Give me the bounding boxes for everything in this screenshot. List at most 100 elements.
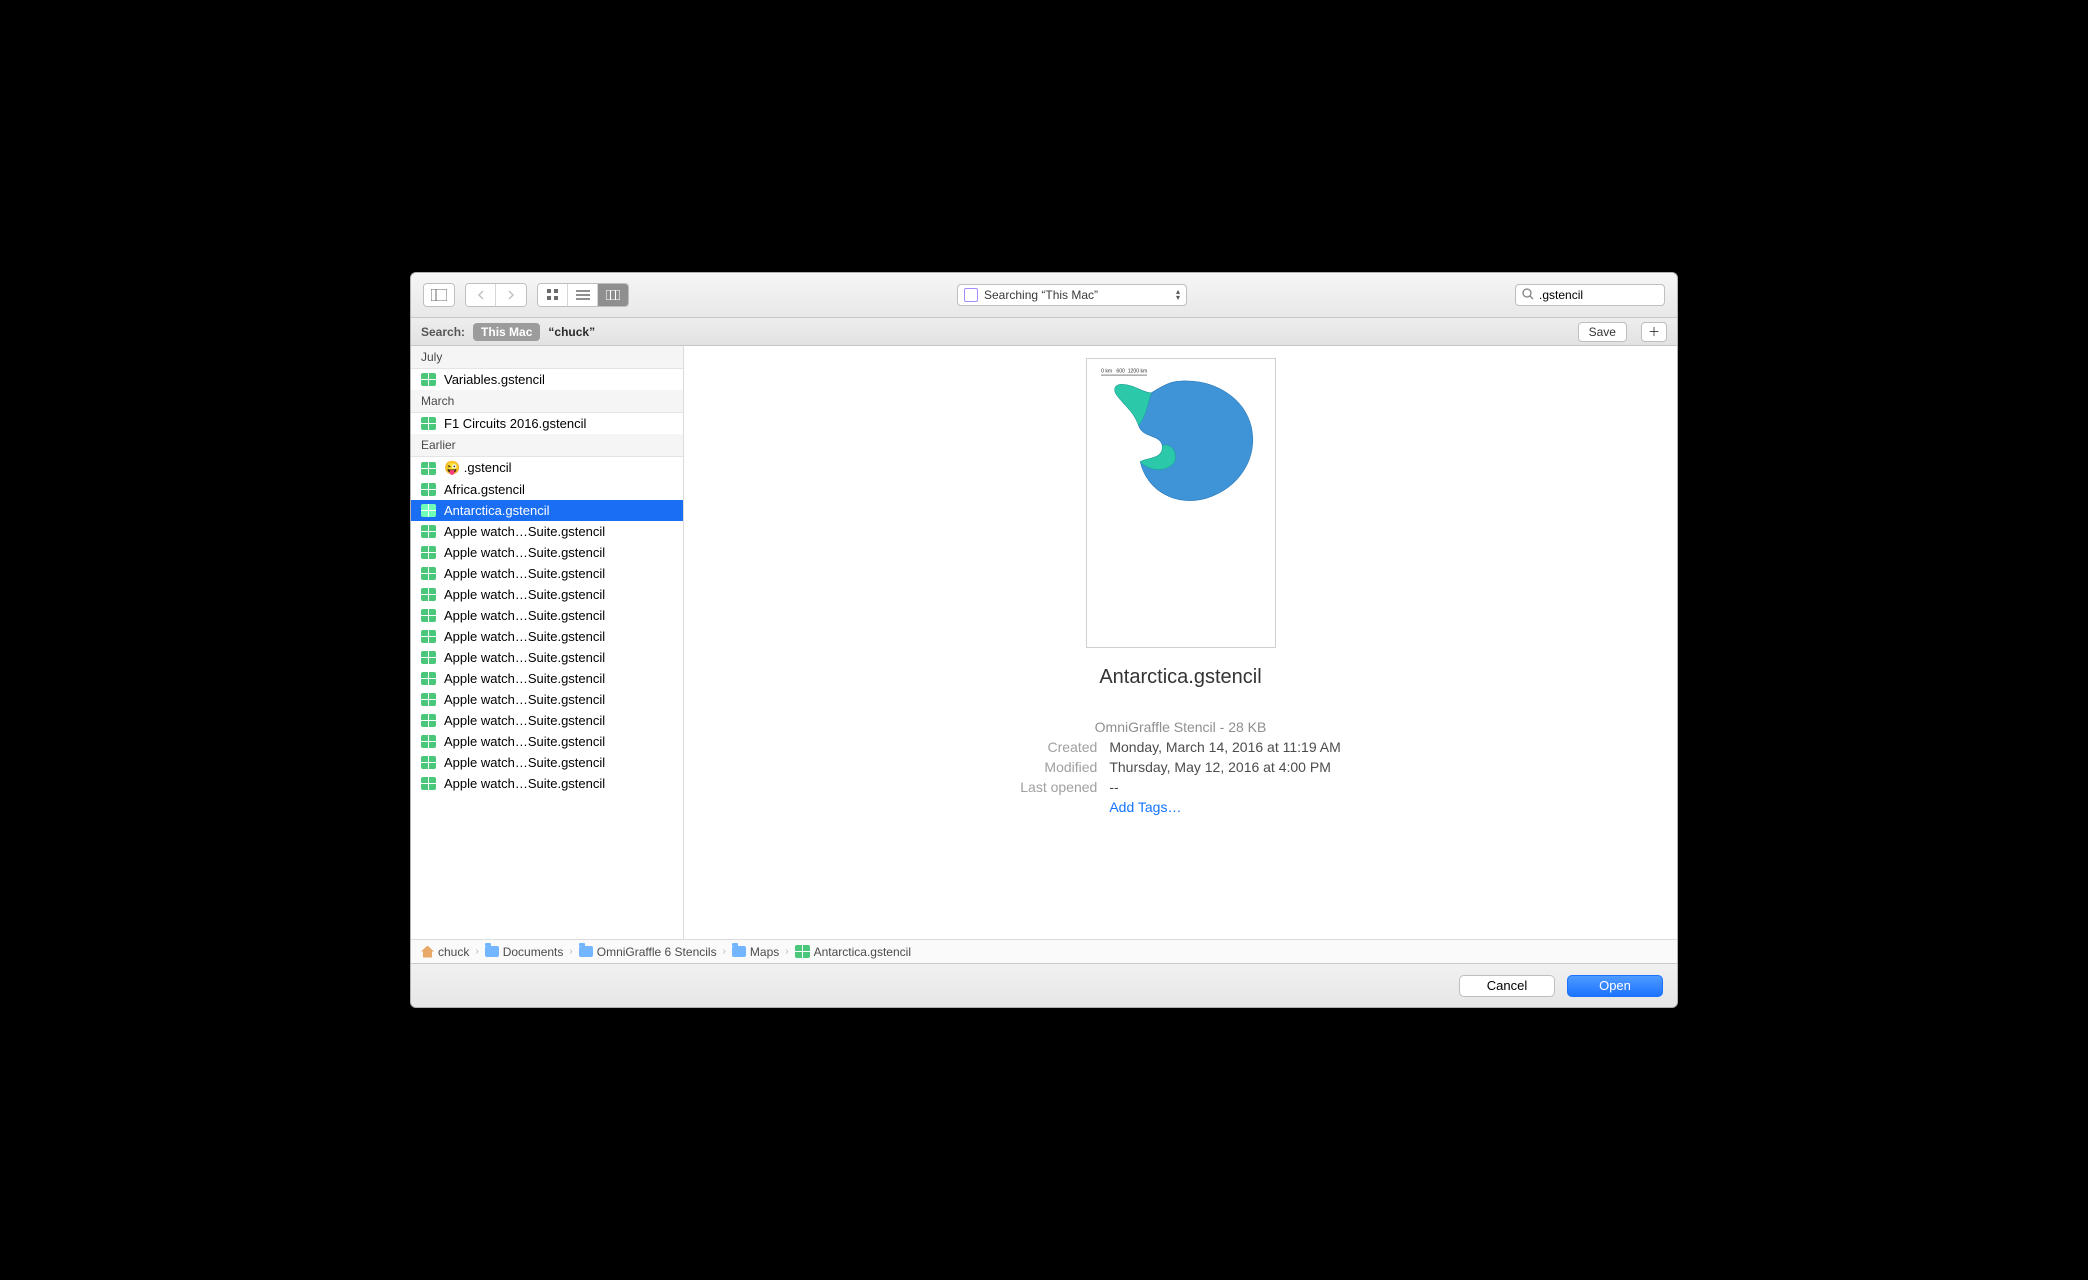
created-label: Created — [1020, 739, 1097, 755]
stencil-icon — [421, 756, 436, 769]
file-row[interactable]: 😜 .gstencil — [411, 457, 683, 479]
file-name: Apple watch…Suite.gstencil — [444, 608, 605, 623]
stencil-icon — [421, 588, 436, 601]
folder-icon — [485, 946, 499, 957]
file-name: Apple watch…Suite.gstencil — [444, 692, 605, 707]
file-row[interactable]: Apple watch…Suite.gstencil — [411, 542, 683, 563]
stencil-icon — [421, 417, 436, 430]
file-row[interactable]: Apple watch…Suite.gstencil — [411, 689, 683, 710]
file-row[interactable]: Apple watch…Suite.gstencil — [411, 626, 683, 647]
sidebar-icon — [424, 284, 454, 306]
location-label: Searching “This Mac” — [984, 288, 1098, 302]
path-item[interactable]: OmniGraffle 6 Stencils — [579, 945, 717, 959]
stencil-icon — [421, 546, 436, 559]
path-item[interactable]: Maps — [732, 945, 779, 959]
modified-label: Modified — [1020, 759, 1097, 775]
stencil-icon — [421, 504, 436, 517]
path-item[interactable]: Documents — [485, 945, 564, 959]
path-bar: chuck›Documents›OmniGraffle 6 Stencils›M… — [411, 939, 1677, 963]
path-label: Antarctica.gstencil — [814, 945, 911, 959]
add-tags-link[interactable]: Add Tags… — [1109, 799, 1340, 815]
file-row[interactable]: Apple watch…Suite.gstencil — [411, 731, 683, 752]
scope-label: Search: — [421, 325, 465, 339]
file-row[interactable]: Apple watch…Suite.gstencil — [411, 584, 683, 605]
dialog-footer: Cancel Open — [411, 963, 1677, 1007]
file-name: Apple watch…Suite.gstencil — [444, 734, 605, 749]
stencil-icon — [421, 630, 436, 643]
file-name: Apple watch…Suite.gstencil — [444, 545, 605, 560]
path-label: chuck — [438, 945, 469, 959]
path-item[interactable]: chuck — [421, 945, 469, 959]
add-criteria-button[interactable]: ＋ — [1641, 322, 1667, 342]
file-name: Africa.gstencil — [444, 482, 525, 497]
scope-this-mac[interactable]: This Mac — [473, 323, 540, 341]
stencil-icon — [795, 945, 810, 958]
file-row[interactable]: Apple watch…Suite.gstencil — [411, 521, 683, 542]
stencil-icon — [421, 567, 436, 580]
file-name: Apple watch…Suite.gstencil — [444, 776, 605, 791]
view-icon-list[interactable] — [568, 284, 598, 306]
cancel-button[interactable]: Cancel — [1459, 975, 1555, 997]
search-field[interactable]: ✕ — [1515, 284, 1665, 306]
path-item[interactable]: Antarctica.gstencil — [795, 945, 911, 959]
save-search-button[interactable]: Save — [1578, 322, 1627, 342]
file-name: Antarctica.gstencil — [444, 503, 550, 518]
stencil-icon — [421, 672, 436, 685]
chevron-updown-icon: ▴▾ — [1176, 289, 1180, 301]
file-row[interactable]: Apple watch…Suite.gstencil — [411, 752, 683, 773]
nav-back[interactable] — [466, 284, 496, 306]
path-separator: › — [475, 946, 478, 957]
scope-bar: Search: This Mac “chuck” Save ＋ — [411, 318, 1677, 346]
search-icon — [1522, 288, 1534, 303]
file-row[interactable]: Antarctica.gstencil — [411, 500, 683, 521]
group-header: Earlier — [411, 434, 683, 457]
file-name: Apple watch…Suite.gstencil — [444, 524, 605, 539]
file-name: F1 Circuits 2016.gstencil — [444, 416, 586, 431]
view-icon-grid[interactable] — [538, 284, 568, 306]
file-row[interactable]: Apple watch…Suite.gstencil — [411, 605, 683, 626]
folder-icon — [732, 946, 746, 957]
path-label: Documents — [503, 945, 564, 959]
stencil-icon — [421, 777, 436, 790]
file-list[interactable]: JulyVariables.gstencilMarchF1 Circuits 2… — [411, 346, 684, 939]
file-name: 😜 .gstencil — [444, 460, 512, 476]
nav-forward[interactable] — [496, 284, 526, 306]
view-mode-group — [537, 283, 629, 307]
file-name: Apple watch…Suite.gstencil — [444, 713, 605, 728]
file-row[interactable]: Apple watch…Suite.gstencil — [411, 647, 683, 668]
file-name: Variables.gstencil — [444, 372, 545, 387]
search-input[interactable] — [1539, 288, 1678, 302]
file-row[interactable]: Apple watch…Suite.gstencil — [411, 668, 683, 689]
path-separator: › — [723, 946, 726, 957]
preview-pane: 0 km 600 1200 km Antarctica.gstencil Omn… — [684, 346, 1677, 939]
file-row[interactable]: Apple watch…Suite.gstencil — [411, 563, 683, 584]
file-row[interactable]: Apple watch…Suite.gstencil — [411, 710, 683, 731]
file-name: Apple watch…Suite.gstencil — [444, 566, 605, 581]
file-name: Apple watch…Suite.gstencil — [444, 587, 605, 602]
stencil-icon — [421, 693, 436, 706]
location-popup[interactable]: Searching “This Mac” ▴▾ — [957, 284, 1187, 306]
file-row[interactable]: Variables.gstencil — [411, 369, 683, 390]
stencil-icon — [421, 735, 436, 748]
preview-title: Antarctica.gstencil — [1099, 666, 1261, 689]
modified-value: Thursday, May 12, 2016 at 4:00 PM — [1109, 759, 1340, 775]
file-name: Apple watch…Suite.gstencil — [444, 629, 605, 644]
sidebar-toggle[interactable] — [423, 283, 455, 307]
stencil-icon — [421, 609, 436, 622]
scale-label: 0 km 600 1200 km — [1101, 369, 1147, 375]
file-row[interactable]: F1 Circuits 2016.gstencil — [411, 413, 683, 434]
stencil-icon — [421, 714, 436, 727]
view-icon-columns[interactable] — [598, 284, 628, 306]
group-header: July — [411, 346, 683, 369]
file-name: Apple watch…Suite.gstencil — [444, 650, 605, 665]
file-row[interactable]: Africa.gstencil — [411, 479, 683, 500]
stencil-icon — [421, 462, 436, 475]
opened-value: -- — [1109, 779, 1340, 795]
path-label: OmniGraffle 6 Stencils — [597, 945, 717, 959]
folder-icon — [579, 946, 593, 957]
open-button[interactable]: Open — [1567, 975, 1663, 997]
open-dialog: Searching “This Mac” ▴▾ ✕ Search: This M… — [410, 272, 1678, 1008]
file-row[interactable]: Apple watch…Suite.gstencil — [411, 773, 683, 794]
nav-group — [465, 283, 527, 307]
scope-folder[interactable]: “chuck” — [548, 325, 595, 339]
